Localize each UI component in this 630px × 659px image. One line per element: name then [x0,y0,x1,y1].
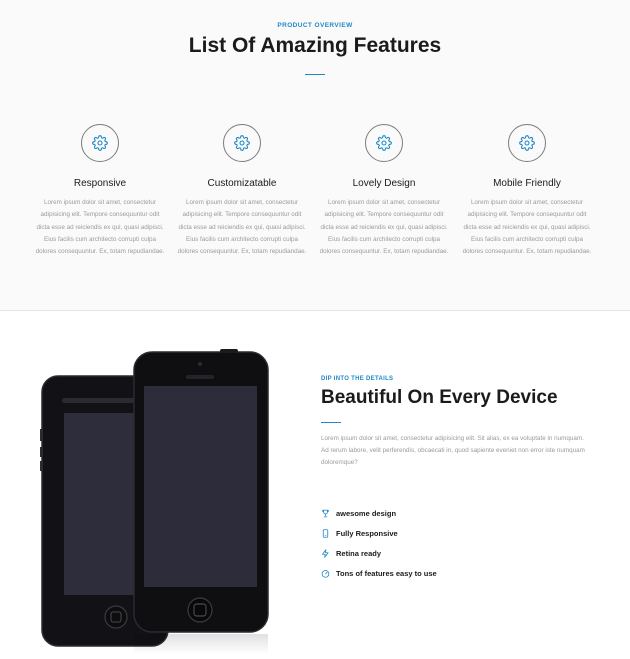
gear-icon [508,124,546,162]
list-item-label: Retina ready [336,548,382,558]
details-feature-list: awesome design Fully Responsive Retina r… [320,503,437,583]
list-item: Tons of features easy to use [320,563,437,583]
gear-icon [81,124,119,162]
gear-icon [365,124,403,162]
feature-description: Lorem ipsum dolor sit amet, consectetur … [462,199,592,256]
trophy-icon [320,508,330,518]
features-overline: PRODUCT OVERVIEW [277,22,353,29]
list-item-label: Tons of features easy to use [336,568,437,578]
feature-card-responsive: Responsive Lorem ipsum dolor sit amet, c… [35,124,165,258]
feature-title: Customizatable [207,178,277,189]
list-item: awesome design [320,503,437,523]
feature-title: Mobile Friendly [493,178,561,189]
gear-icon [223,124,261,162]
list-item-label: Fully Responsive [336,528,398,538]
details-title-underline [321,422,341,423]
phones-image [40,349,280,659]
feature-card-customizatable: Customizatable Lorem ipsum dolor sit ame… [177,124,307,258]
feature-title: Responsive [73,178,127,189]
list-item: Fully Responsive [320,523,437,543]
bolt-icon [320,548,330,558]
feature-description: Lorem ipsum dolor sit amet, consectetur … [177,199,307,256]
details-section: DIP INTO THE DETAILS Beautiful On Every … [0,311,630,659]
details-title: Beautiful On Every Device [321,387,558,408]
feature-card-mobile-friendly: Mobile Friendly Lorem ipsum dolor sit am… [462,124,592,258]
details-overline: DIP INTO THE DETAILS [321,376,394,382]
mobile-icon [320,528,330,538]
feature-description: Lorem ipsum dolor sit amet, consectetur … [319,199,449,256]
list-item: Retina ready [320,543,437,563]
features-title: List Of Amazing Features [188,34,442,57]
feature-card-lovely-design: Lovely Design Lorem ipsum dolor sit amet… [319,124,449,258]
gauge-icon [320,568,330,578]
details-description: Lorem ipsum dolor sit amet, consectetur … [321,435,585,466]
feature-description: Lorem ipsum dolor sit amet, consectetur … [35,199,165,256]
feature-title: Lovely Design [352,178,416,189]
title-underline [305,74,325,75]
features-section: PRODUCT OVERVIEW List Of Amazing Feature… [0,0,630,310]
list-item-label: awesome design [336,508,397,518]
